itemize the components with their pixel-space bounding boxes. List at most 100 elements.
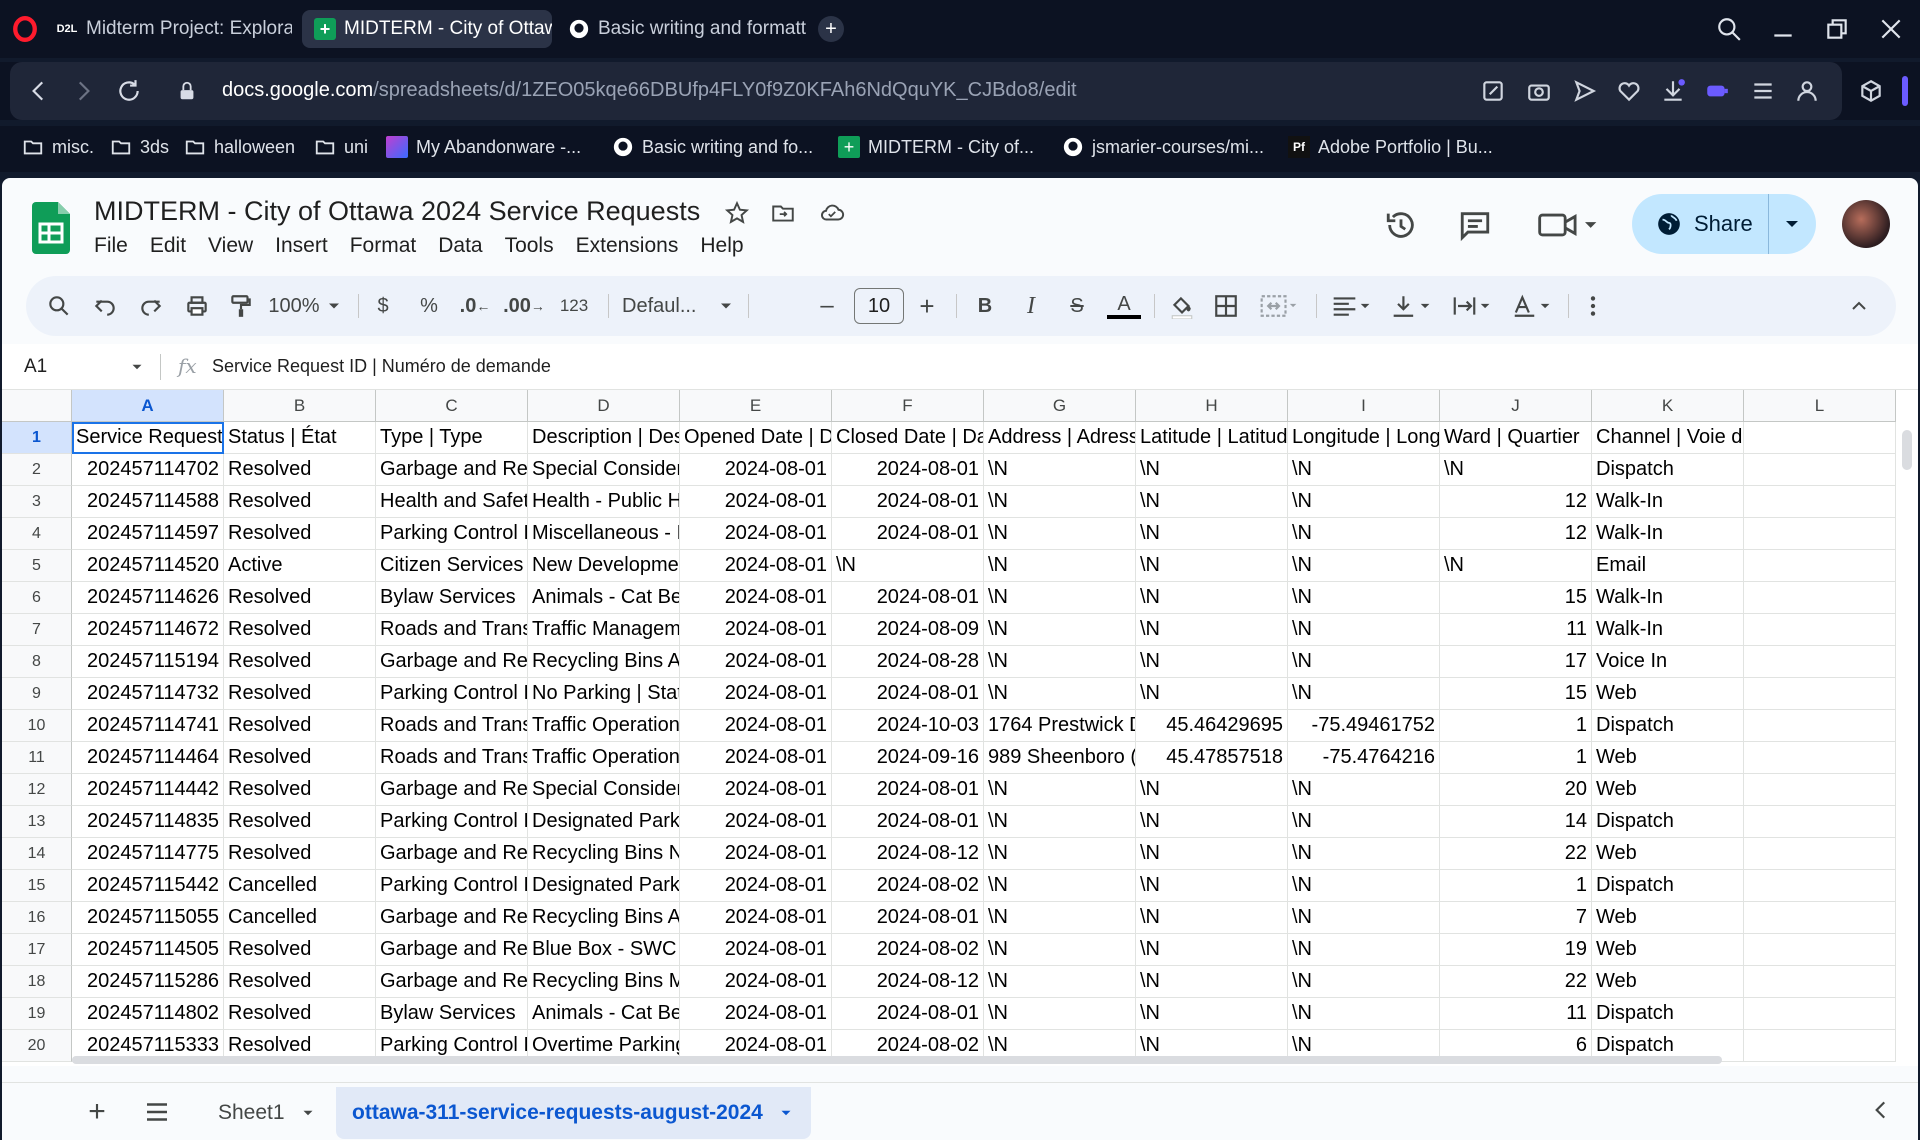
cell-i3[interactable]: \N	[1288, 486, 1440, 518]
cell-j8[interactable]: 17	[1440, 646, 1592, 678]
cell-h16[interactable]: \N	[1136, 902, 1288, 934]
cell-k16[interactable]: Web	[1592, 902, 1744, 934]
cell-e18[interactable]: 2024-08-01	[680, 966, 832, 998]
cell-k17[interactable]: Web	[1592, 934, 1744, 966]
cell-l4[interactable]	[1744, 518, 1896, 550]
cell-b12[interactable]: Resolved	[224, 774, 376, 806]
cell-j5[interactable]: \N	[1440, 550, 1592, 582]
strikethrough-button[interactable]: S	[1062, 291, 1092, 321]
cell-i13[interactable]: \N	[1288, 806, 1440, 838]
cell-g7[interactable]: \N	[984, 614, 1136, 646]
cell-j6[interactable]: 15	[1440, 582, 1592, 614]
cell-i12[interactable]: \N	[1288, 774, 1440, 806]
cell-b3[interactable]: Resolved	[224, 486, 376, 518]
reload-icon[interactable]	[116, 78, 142, 104]
row-header[interactable]: 1	[2, 422, 72, 454]
cloud-status-icon[interactable]	[818, 200, 846, 226]
bookmark-halloween[interactable]: halloween	[184, 136, 295, 158]
add-sheet-button[interactable]: +	[82, 1095, 112, 1128]
fill-color-icon[interactable]	[1166, 291, 1198, 321]
bold-button[interactable]: B	[970, 291, 1000, 321]
cell-j11[interactable]: 1	[1440, 742, 1592, 774]
menu-format[interactable]: Format	[350, 234, 417, 258]
cell-h13[interactable]: \N	[1136, 806, 1288, 838]
cell-h3[interactable]: \N	[1136, 486, 1288, 518]
row-header[interactable]: 3	[2, 486, 72, 518]
cell-b11[interactable]: Resolved	[224, 742, 376, 774]
cell-g17[interactable]: \N	[984, 934, 1136, 966]
row-header[interactable]: 11	[2, 742, 72, 774]
cell-b17[interactable]: Resolved	[224, 934, 376, 966]
cell-e9[interactable]: 2024-08-01	[680, 678, 832, 710]
row-header[interactable]: 9	[2, 678, 72, 710]
cell-k2[interactable]: Dispatch	[1592, 454, 1744, 486]
all-sheets-icon[interactable]	[142, 1097, 172, 1127]
cell-g4[interactable]: \N	[984, 518, 1136, 550]
cell-f5[interactable]: \N	[832, 550, 984, 582]
cell-a5[interactable]: 202457114520	[72, 550, 224, 582]
more-formats-button[interactable]: 123	[552, 291, 596, 321]
vertical-scrollbar[interactable]	[1902, 430, 1912, 470]
version-history-icon[interactable]	[1384, 208, 1418, 242]
cell-l8[interactable]	[1744, 646, 1896, 678]
snapshot-edit-icon[interactable]	[1480, 78, 1506, 104]
cell-g18[interactable]: \N	[984, 966, 1136, 998]
cell-g6[interactable]: \N	[984, 582, 1136, 614]
zoom-dropdown-icon[interactable]	[324, 291, 344, 321]
row-header[interactable]: 4	[2, 518, 72, 550]
cell-b13[interactable]: Resolved	[224, 806, 376, 838]
cell-f16[interactable]: 2024-08-01	[832, 902, 984, 934]
cell-k3[interactable]: Walk-In	[1592, 486, 1744, 518]
share-dropdown-icon[interactable]	[1780, 212, 1804, 236]
cell-e6[interactable]: 2024-08-01	[680, 582, 832, 614]
cell-k12[interactable]: Web	[1592, 774, 1744, 806]
name-box-dropdown-icon[interactable]	[128, 358, 146, 376]
row-header[interactable]: 20	[2, 1030, 72, 1062]
cell-l7[interactable]	[1744, 614, 1896, 646]
cell-f3[interactable]: 2024-08-01	[832, 486, 984, 518]
cell-e15[interactable]: 2024-08-01	[680, 870, 832, 902]
column-header-f[interactable]: F	[832, 390, 984, 422]
cell-h11[interactable]: 45.47857518	[1136, 742, 1288, 774]
cell-d14[interactable]: Recycling Bins N	[528, 838, 680, 870]
bookmark-uni[interactable]: uni	[314, 136, 368, 158]
cell-b14[interactable]: Resolved	[224, 838, 376, 870]
menu-edit[interactable]: Edit	[150, 234, 186, 258]
cell-b8[interactable]: Resolved	[224, 646, 376, 678]
cell-e7[interactable]: 2024-08-01	[680, 614, 832, 646]
cell-a3[interactable]: 202457114588	[72, 486, 224, 518]
cell-f19[interactable]: 2024-08-01	[832, 998, 984, 1030]
cell-g13[interactable]: \N	[984, 806, 1136, 838]
chevron-down-icon[interactable]	[299, 1104, 317, 1122]
font-select[interactable]: Defaul...	[622, 291, 712, 321]
cell-c13[interactable]: Parking Control I	[376, 806, 528, 838]
cell-b16[interactable]: Cancelled	[224, 902, 376, 934]
cell-d8[interactable]: Recycling Bins A	[528, 646, 680, 678]
text-color-button[interactable]: A	[1106, 291, 1142, 321]
row-header[interactable]: 18	[2, 966, 72, 998]
increase-font-size-button[interactable]: +	[912, 291, 942, 321]
column-header-i[interactable]: I	[1288, 390, 1440, 422]
cell-b15[interactable]: Cancelled	[224, 870, 376, 902]
cell-i8[interactable]: \N	[1288, 646, 1440, 678]
lock-icon[interactable]	[176, 78, 198, 104]
row-header[interactable]: 13	[2, 806, 72, 838]
cell-g12[interactable]: \N	[984, 774, 1136, 806]
tab-basic-writing[interactable]: Basic writing and formattin	[556, 10, 806, 48]
undo-icon[interactable]	[90, 291, 120, 321]
cell-k5[interactable]: Email	[1592, 550, 1744, 582]
tab-midterm-project[interactable]: D2L Midterm Project: Explorato	[44, 10, 292, 48]
cell-j15[interactable]: 1	[1440, 870, 1592, 902]
cell-h18[interactable]: \N	[1136, 966, 1288, 998]
row-header[interactable]: 6	[2, 582, 72, 614]
horizontal-align-icon[interactable]	[1326, 291, 1376, 321]
cell-i5[interactable]: \N	[1288, 550, 1440, 582]
borders-icon[interactable]	[1210, 291, 1242, 321]
cell-f13[interactable]: 2024-08-01	[832, 806, 984, 838]
cell-l10[interactable]	[1744, 710, 1896, 742]
redo-icon[interactable]	[136, 291, 166, 321]
cell-e1[interactable]: Opened Date | D	[680, 422, 832, 454]
cell-i14[interactable]: \N	[1288, 838, 1440, 870]
italic-button[interactable]: I	[1016, 291, 1046, 321]
cell-e2[interactable]: 2024-08-01	[680, 454, 832, 486]
